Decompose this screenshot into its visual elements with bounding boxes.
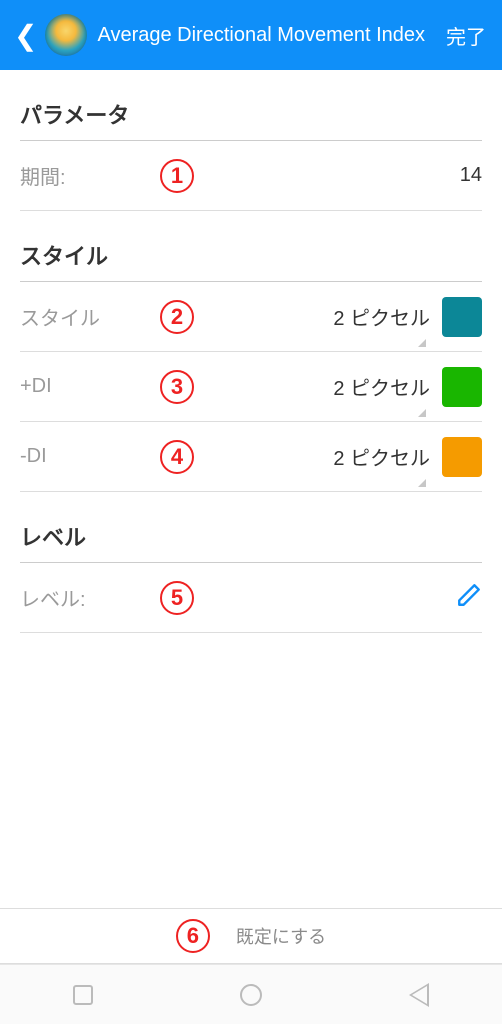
annotation-badge-1: 1 — [160, 159, 194, 193]
minusdi-pixel: 2 ピクセル — [333, 442, 430, 471]
level-label: レベル: — [20, 583, 140, 612]
content: パラメータ 期間: 1 14 スタイル スタイル 2 2 ピクセル +DI 3 … — [0, 98, 502, 633]
dropdown-icon — [418, 409, 426, 417]
row-style-minus-di[interactable]: -DI 4 2 ピクセル — [20, 422, 482, 492]
annotation-badge-4: 4 — [160, 440, 194, 474]
annotation-badge-2: 2 — [160, 300, 194, 334]
row-level[interactable]: レベル: 5 — [20, 563, 482, 633]
app-icon — [45, 14, 87, 56]
dropdown-icon — [418, 479, 426, 487]
annotation-badge-6: 6 — [176, 919, 210, 953]
color-swatch-minus-di[interactable] — [442, 437, 482, 477]
color-swatch-main[interactable] — [442, 297, 482, 337]
section-style-title: スタイル — [20, 239, 482, 271]
system-navbar — [0, 964, 502, 1024]
back-icon[interactable]: ❮ — [10, 19, 41, 52]
period-value: 14 — [460, 164, 482, 187]
section-parameters-title: パラメータ — [20, 98, 482, 130]
row-style-plus-di[interactable]: +DI 3 2 ピクセル — [20, 352, 482, 422]
row-style-main[interactable]: スタイル 2 2 ピクセル — [20, 282, 482, 352]
plusdi-pixel: 2 ピクセル — [333, 372, 430, 401]
minusdi-label: -DI — [20, 445, 140, 468]
header-bar: ❮ Average Directional Movement Index 完了 — [0, 0, 502, 70]
plusdi-label: +DI — [20, 375, 140, 398]
style-row-label: スタイル — [20, 302, 140, 331]
nav-home-icon[interactable] — [240, 984, 262, 1006]
annotation-badge-5: 5 — [160, 581, 194, 615]
nav-recent-icon[interactable] — [73, 985, 93, 1005]
nav-back-icon[interactable] — [409, 983, 429, 1007]
done-button[interactable]: 完了 — [440, 21, 492, 50]
style-row-pixel: 2 ピクセル — [333, 302, 430, 331]
reset-button[interactable]: 6 既定にする — [0, 908, 502, 964]
annotation-badge-3: 3 — [160, 370, 194, 404]
edit-icon[interactable] — [456, 582, 482, 613]
reset-label: 既定にする — [236, 923, 326, 949]
color-swatch-plus-di[interactable] — [442, 367, 482, 407]
period-label: 期間: — [20, 161, 140, 190]
section-level-title: レベル — [20, 520, 482, 552]
dropdown-icon — [418, 339, 426, 347]
page-title: Average Directional Movement Index — [97, 24, 440, 47]
row-period[interactable]: 期間: 1 14 — [20, 141, 482, 211]
